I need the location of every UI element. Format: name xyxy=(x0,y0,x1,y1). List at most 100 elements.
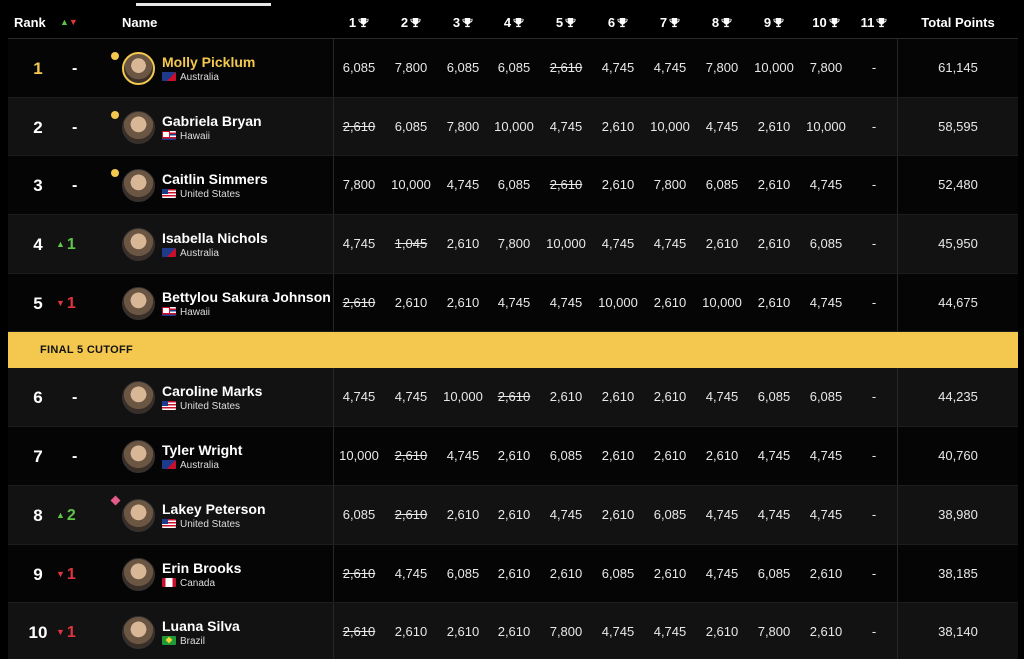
event-8-column-header[interactable]: 8 xyxy=(696,15,748,30)
event-score: 2,610 xyxy=(497,506,531,522)
event-score: 10,000 xyxy=(598,294,638,310)
event-score: 6,085 xyxy=(757,389,791,405)
table-row[interactable]: 6 - Caroline Marks United States 4,745 4,745 1… xyxy=(8,368,1018,428)
flag-icon xyxy=(162,460,176,470)
flag-icon xyxy=(162,130,176,140)
event-score: - xyxy=(871,118,877,134)
event-score: 2,610 xyxy=(394,506,428,522)
athlete-name[interactable]: Luana Silva xyxy=(162,618,240,634)
event-number-label: 4 xyxy=(503,15,512,30)
athlete-name[interactable]: Molly Picklum xyxy=(162,54,255,70)
event-score: - xyxy=(871,506,877,522)
event-7-column-header[interactable]: 7 xyxy=(644,15,696,30)
athlete-avatar[interactable] xyxy=(122,440,155,474)
total-points-column-header[interactable]: Total Points xyxy=(908,15,1008,30)
trophy-icon xyxy=(617,18,628,28)
trophy-icon xyxy=(358,18,369,28)
athlete-avatar[interactable] xyxy=(122,52,155,85)
event-6-column-header[interactable]: 6 xyxy=(592,15,644,30)
athlete-name[interactable]: Erin Brooks xyxy=(162,560,241,576)
event-score: 4,745 xyxy=(705,506,739,522)
athlete-avatar[interactable] xyxy=(122,616,155,650)
name-column-header[interactable]: Name xyxy=(122,15,157,30)
event-score: 2,610 xyxy=(757,294,791,310)
table-row[interactable]: 7 - Tyler Wright Australia 10,000 2,610 4,745 2… xyxy=(8,427,1018,486)
rank-column-header[interactable]: Rank xyxy=(14,15,46,30)
athlete-country: Canada xyxy=(162,577,215,589)
event-score: 2,610 xyxy=(809,624,843,640)
event-score: 6,085 xyxy=(446,60,480,75)
country-label: Australia xyxy=(180,248,219,260)
movement-column-header[interactable]: ▲▼ xyxy=(60,17,78,27)
event-10-column-header[interactable]: 10 xyxy=(800,15,852,30)
event-score: 2,610 xyxy=(446,294,480,310)
event-score: 10,000 xyxy=(754,60,794,75)
athlete-name[interactable]: Bettylou Sakura Johnson xyxy=(162,289,331,305)
table-row[interactable]: 9 ▼ 1 Erin Brooks Canada 2,610 4,745 6,085 2,610… xyxy=(8,544,1018,604)
athlete-name[interactable]: Caroline Marks xyxy=(162,383,262,399)
athlete-name[interactable]: Isabella Nichols xyxy=(162,230,268,246)
event-number-label: 1 xyxy=(348,15,357,30)
country-label: Australia xyxy=(180,460,219,472)
event-score: 2,610 xyxy=(653,565,687,581)
athlete-avatar[interactable] xyxy=(122,498,155,532)
trophy-icon xyxy=(462,18,473,28)
event-1-column-header[interactable]: 1 xyxy=(333,15,385,30)
athlete-avatar[interactable] xyxy=(122,381,155,415)
athlete-country: Australia xyxy=(162,248,219,259)
athlete-avatar[interactable] xyxy=(122,169,155,203)
rank-movement-value: 1 xyxy=(66,236,76,254)
event-2-column-header[interactable]: 2 xyxy=(385,15,437,30)
athlete-avatar[interactable] xyxy=(122,286,155,320)
rank-movement: - xyxy=(72,389,78,407)
table-row[interactable]: 8 ▲ 2 Lakey Peterson United States 6,085 2,610… xyxy=(8,485,1018,545)
flag-icon xyxy=(162,636,176,646)
athlete-name[interactable]: Caitlin Simmers xyxy=(162,171,268,187)
table-row[interactable]: 10 ▼ 1 Luana Silva Brazil 2,610 2,610 2,610 2,61… xyxy=(8,603,1018,659)
athlete-avatar[interactable] xyxy=(122,110,155,144)
event-5-column-header[interactable]: 5 xyxy=(540,15,592,30)
event-score: 6,085 xyxy=(601,565,635,581)
status-dot-icon xyxy=(111,169,119,178)
athlete-avatar[interactable] xyxy=(122,557,155,591)
table-row[interactable]: 1 - Molly Picklum Australia 6,085 7,800 6,085 6… xyxy=(8,39,1018,98)
athlete-name[interactable]: Tyler Wright xyxy=(162,442,242,458)
event-score: 10,000 xyxy=(806,118,846,134)
event-score: 4,745 xyxy=(809,294,843,310)
rank-movement: - xyxy=(72,448,78,466)
event-score: 2,610 xyxy=(757,118,791,134)
flag-icon xyxy=(162,577,176,587)
event-score: 10,000 xyxy=(391,177,431,193)
event-score: 4,745 xyxy=(601,624,635,640)
table-row[interactable]: 2 - Gabriela Bryan Hawaii 2,610 6,085 7,800 10,… xyxy=(8,97,1018,157)
rank-movement: - xyxy=(72,60,78,77)
event-score: 2,610 xyxy=(342,294,376,310)
event-number-label: 9 xyxy=(763,15,772,30)
rank-value: 3 xyxy=(33,176,43,196)
event-score: 2,610 xyxy=(342,624,376,640)
arrow-down-icon: ▼ xyxy=(56,297,65,308)
event-score: 6,085 xyxy=(497,177,531,193)
final-5-cutoff-divider: FINAL 5 CUTOFF xyxy=(8,332,1018,369)
event-score: 2,610 xyxy=(446,624,480,640)
event-number-label: 11 xyxy=(860,15,875,30)
table-row[interactable]: 3 - Caitlin Simmers United States 7,800 10,00… xyxy=(8,156,1018,216)
event-score: - xyxy=(871,624,877,640)
event-score: 2,610 xyxy=(549,60,583,75)
event-score: 4,745 xyxy=(653,624,687,640)
table-row[interactable]: 4 ▲ 1 Isabella Nichols Australia 4,745 1,045 2,… xyxy=(8,215,1018,274)
event-score: 4,745 xyxy=(549,506,583,522)
athlete-name[interactable]: Gabriela Bryan xyxy=(162,113,262,129)
event-score: 6,085 xyxy=(342,506,376,522)
event-3-column-header[interactable]: 3 xyxy=(437,15,489,30)
trophy-icon xyxy=(410,18,421,28)
event-9-column-header[interactable]: 9 xyxy=(748,15,800,30)
rank-value: 7 xyxy=(33,447,43,467)
event-11-column-header[interactable]: 11 xyxy=(848,15,900,30)
arrow-down-icon: ▼ xyxy=(56,627,65,638)
table-row[interactable]: 5 ▼ 1 Bettylou Sakura Johnson Hawaii 2,610 2,6… xyxy=(8,273,1018,333)
event-4-column-header[interactable]: 4 xyxy=(488,15,540,30)
athlete-name[interactable]: Lakey Peterson xyxy=(162,501,266,517)
athlete-avatar[interactable] xyxy=(122,228,155,262)
athlete-country: Australia xyxy=(162,72,219,83)
